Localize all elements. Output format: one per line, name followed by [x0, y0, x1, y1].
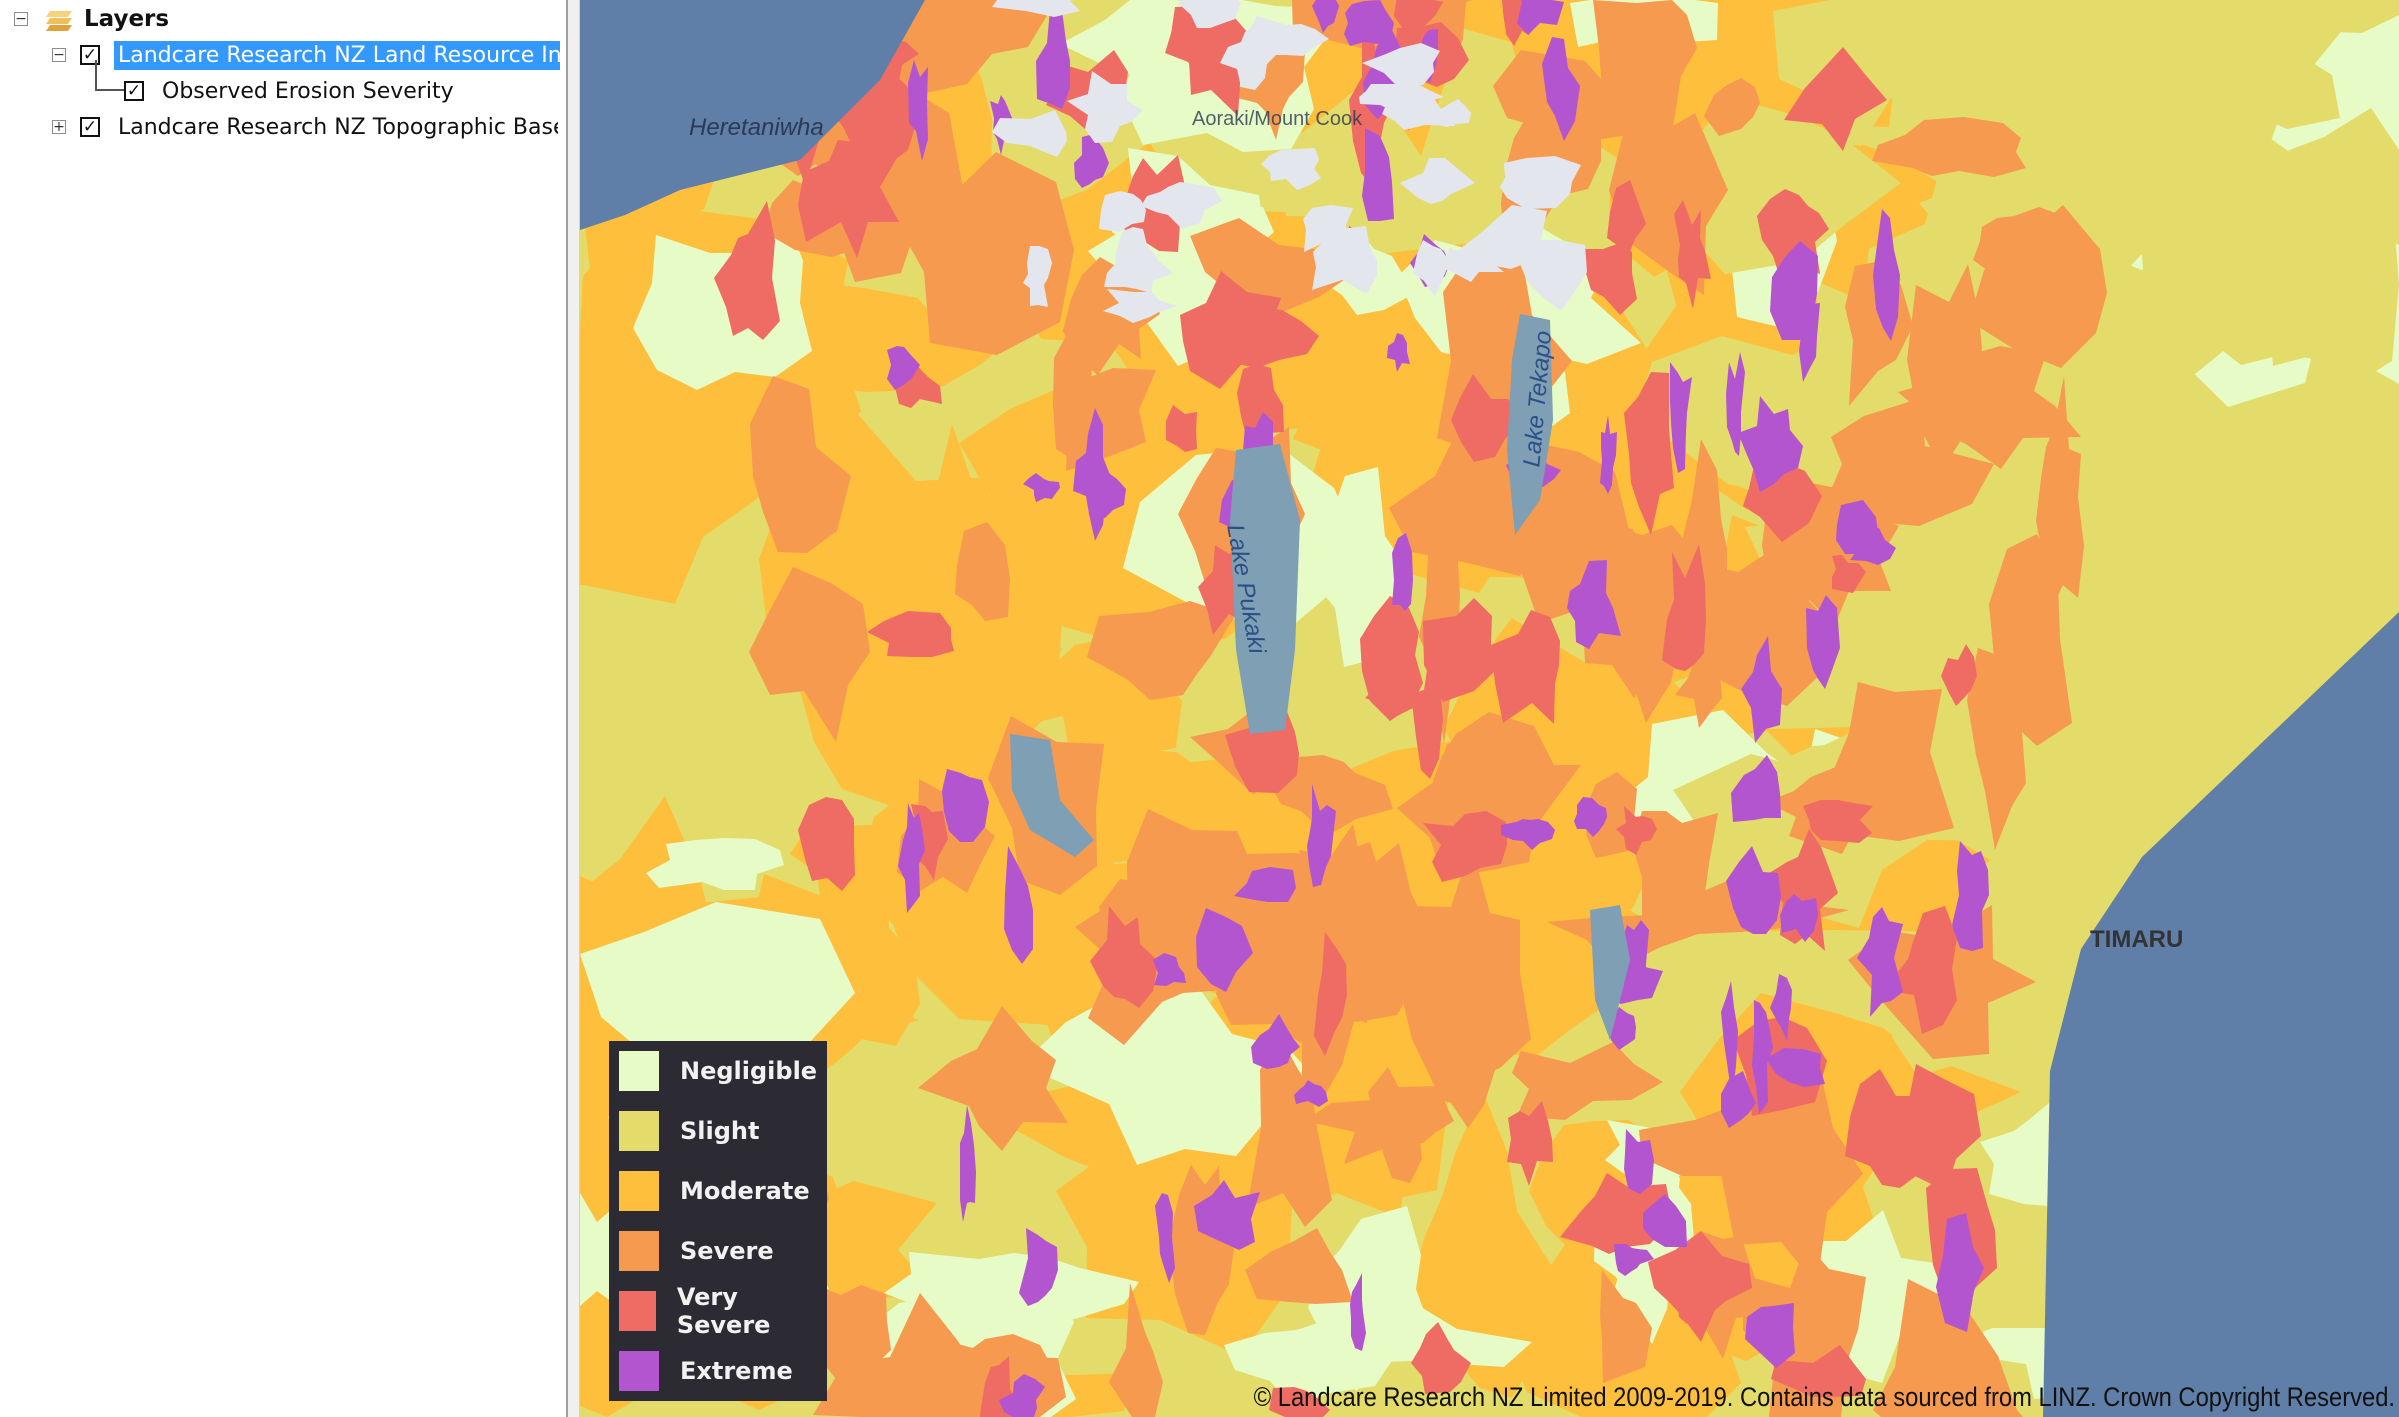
copyright-text: © Landcare Research NZ Limited 2009-2019…	[1253, 1382, 2395, 1412]
table-of-contents: − Layers − ✓ Landcare Research NZ Land R…	[0, 0, 566, 1417]
place-label-aoraki: Aoraki/Mount Cook	[1192, 108, 1363, 130]
place-label-timaru: TIMARU	[2090, 926, 2184, 953]
legend-label: Extreme	[680, 1357, 793, 1385]
layer-checkbox[interactable]: ✓	[80, 117, 100, 137]
legend-label: Severe	[680, 1237, 774, 1265]
sublayer-item-erosion[interactable]: ✓ Observed Erosion Severity	[124, 74, 454, 108]
legend-item: Slight	[619, 1111, 759, 1151]
place-label-heretaniwha: Heretaniwha	[689, 114, 824, 141]
legend-swatch	[619, 1111, 659, 1151]
erosion-map-canvas	[580, 0, 2399, 1417]
legend-item: Very Severe	[619, 1283, 827, 1339]
expand-toggle[interactable]: +	[52, 120, 66, 134]
extreme-erosion-area	[960, 1105, 976, 1222]
glacier-area	[1261, 148, 1321, 190]
map-view[interactable]: Heretaniwha Aoraki/Mount Cook Lake Pukak…	[580, 0, 2399, 1417]
legend-label: Very Severe	[676, 1283, 771, 1339]
glacier-area	[1400, 158, 1475, 204]
legend-item: Severe	[619, 1231, 774, 1271]
layer-item-topographic[interactable]: + ✓ Landcare Research NZ Topographic Bas…	[52, 110, 558, 144]
legend-swatch	[619, 1351, 659, 1391]
legend-label: Moderate	[680, 1177, 810, 1205]
toc-root-label: Layers	[84, 6, 170, 32]
sublayer-checkbox[interactable]: ✓	[124, 81, 144, 101]
panel-splitter[interactable]	[566, 0, 580, 1417]
layer-label[interactable]: Landcare Research NZ Topographic Basel	[118, 115, 558, 140]
legend-label: Negligible	[680, 1057, 818, 1085]
legend-label: Slight	[680, 1117, 760, 1145]
layers-icon	[46, 11, 72, 31]
legend: Negligible Slight Moderate Severe Very Sever…	[609, 1041, 827, 1401]
legend-swatch	[619, 1231, 659, 1271]
toc-root: − Layers	[14, 2, 169, 36]
extreme-erosion-area	[1362, 128, 1394, 221]
legend-item: Negligible	[619, 1051, 817, 1091]
legend-swatch	[619, 1291, 656, 1331]
very-severe-erosion-area	[1491, 610, 1560, 724]
legend-swatch	[619, 1171, 659, 1211]
sublayer-label[interactable]: Observed Erosion Severity	[162, 79, 454, 104]
collapse-toggle[interactable]: −	[52, 48, 66, 62]
legend-swatch	[619, 1051, 659, 1091]
very-severe-erosion-area	[798, 797, 855, 891]
layer-label[interactable]: Landcare Research NZ Land Resource Inve	[114, 40, 560, 70]
legend-item: Moderate	[619, 1171, 810, 1211]
collapse-toggle[interactable]: −	[14, 12, 28, 26]
legend-item: Extreme	[619, 1351, 793, 1391]
